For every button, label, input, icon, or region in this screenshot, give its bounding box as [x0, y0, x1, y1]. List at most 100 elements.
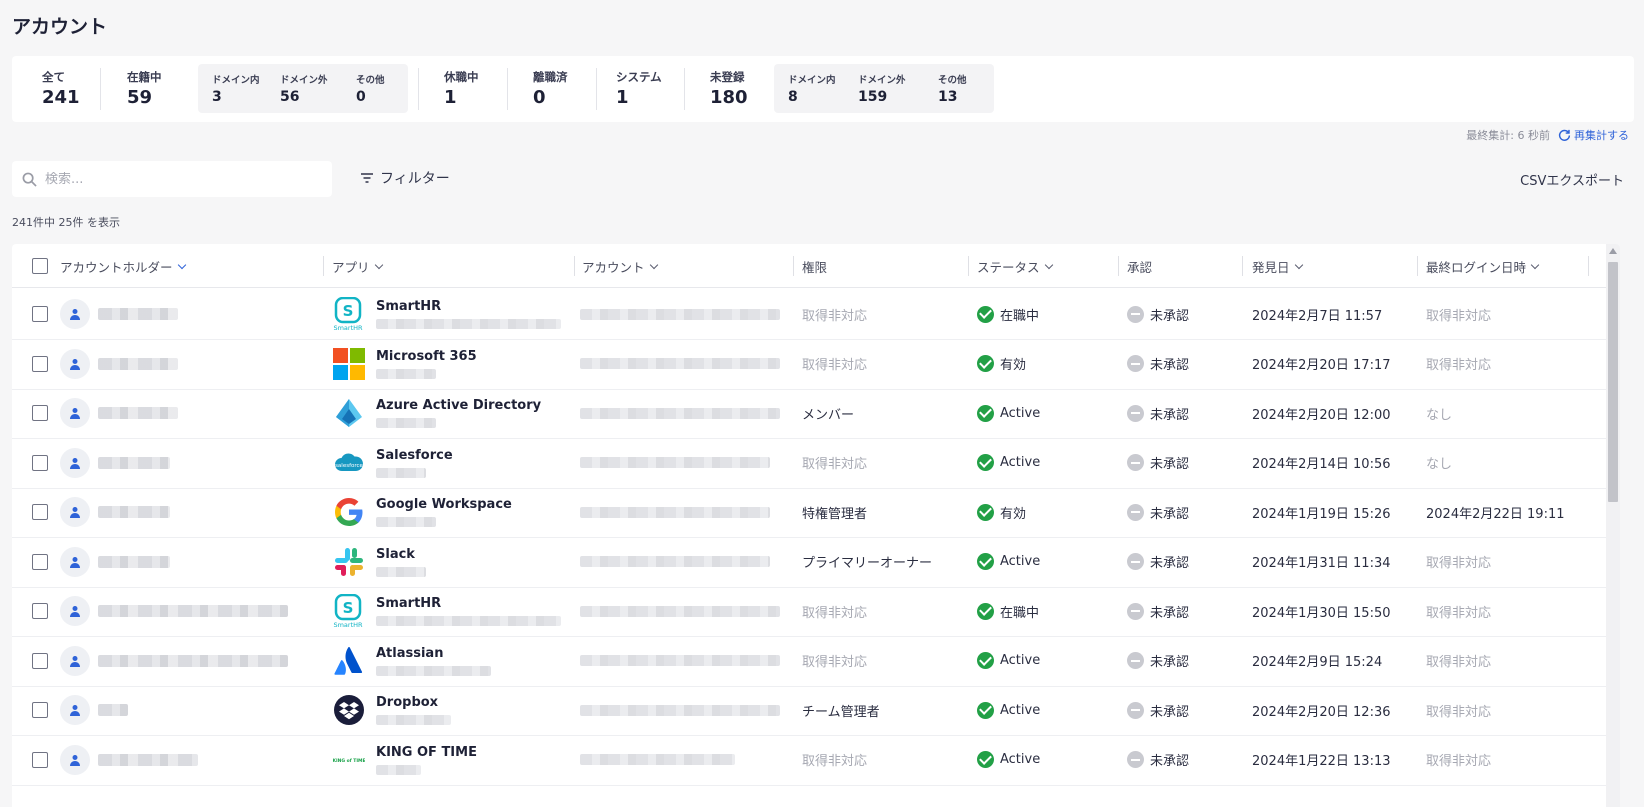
app-cell[interactable]: Microsoft 365: [332, 338, 477, 390]
account-cell[interactable]: [580, 387, 780, 439]
app-cell[interactable]: Azure Active Directory: [332, 387, 541, 439]
holder-cell[interactable]: [60, 734, 198, 786]
approval-cell[interactable]: 未承認: [1127, 635, 1189, 687]
approval-cell[interactable]: 未承認: [1127, 486, 1189, 538]
csv-export-button[interactable]: CSVエクスポート: [1520, 170, 1624, 189]
table-row[interactable]: Atlassian 取得非対応 Active 未承認 2024年2月9日 15:…: [12, 635, 1620, 687]
account-cell[interactable]: [580, 684, 780, 736]
stat-system[interactable]: システム 1: [616, 69, 662, 108]
row-checkbox[interactable]: [32, 652, 48, 669]
holder-cell[interactable]: [60, 536, 170, 588]
select-all-checkbox[interactable]: [32, 258, 48, 274]
table-row[interactable]: Azure Active Directory メンバー Active 未承認 2…: [12, 387, 1620, 439]
column-status[interactable]: ステータス: [977, 244, 1053, 288]
approval-cell[interactable]: 未承認: [1127, 734, 1189, 786]
approval-cell[interactable]: 未承認: [1127, 684, 1189, 736]
stat-enrolled-other[interactable]: その他 0: [356, 72, 385, 105]
stat-unregistered-other[interactable]: その他 13: [938, 72, 967, 105]
row-checkbox[interactable]: [32, 553, 48, 570]
stat-enrolled[interactable]: 在籍中 59: [127, 69, 162, 108]
stat-unregistered-domain-out[interactable]: ドメイン外 159: [858, 72, 906, 105]
stat-enrolled-domain-in[interactable]: ドメイン内 3: [212, 72, 260, 105]
account-cell[interactable]: [580, 536, 770, 588]
holder-cell[interactable]: [60, 288, 178, 340]
app-cell[interactable]: Slack: [332, 536, 426, 588]
account-cell[interactable]: [580, 338, 780, 390]
check-circle-icon: [977, 701, 994, 719]
column-holder[interactable]: アカウントホルダー: [60, 244, 186, 288]
scroll-up-icon[interactable]: [1609, 248, 1617, 254]
row-checkbox[interactable]: [32, 603, 48, 619]
redacted-app-detail: [376, 418, 436, 428]
holder-cell[interactable]: [60, 437, 170, 489]
table-row[interactable]: Google Workspace 特権管理者 有効 未承認 2024年1月19日…: [12, 486, 1620, 538]
row-checkbox[interactable]: [32, 454, 48, 471]
redacted-account: [580, 754, 735, 765]
table-row[interactable]: KING of TIME KING OF TIME 取得非対応 Active 未…: [12, 734, 1620, 786]
account-cell[interactable]: [580, 635, 780, 687]
accounts-page: アカウント 全て 241 在籍中 59 ドメイン内 3 ドメイン外 56 その他…: [0, 0, 1644, 807]
row-checkbox-cell: [32, 288, 48, 340]
holder-cell[interactable]: [60, 486, 170, 538]
table-row[interactable]: S SmartHR SmartHR 取得非対応 在職中 未承認 2024年2月7日…: [12, 288, 1620, 340]
account-cell[interactable]: [580, 288, 780, 340]
app-cell[interactable]: S SmartHR SmartHR: [332, 288, 561, 340]
scrollbar-thumb[interactable]: [1608, 262, 1618, 502]
app-cell[interactable]: salesforce Salesforce: [332, 437, 453, 489]
app-cell[interactable]: KING of TIME KING OF TIME: [332, 734, 477, 786]
table-row[interactable]: salesforce Salesforce 取得非対応 Active 未承認 2…: [12, 437, 1620, 489]
status-cell: Active: [977, 734, 1040, 786]
app-cell[interactable]: S SmartHR SmartHR: [332, 585, 561, 637]
holder-cell[interactable]: [60, 585, 288, 637]
redacted-app-detail: [376, 715, 451, 725]
account-cell[interactable]: [580, 734, 735, 786]
account-cell[interactable]: [580, 585, 780, 637]
app-cell[interactable]: Google Workspace: [332, 486, 512, 538]
row-checkbox[interactable]: [32, 702, 48, 718]
account-cell[interactable]: [580, 437, 770, 489]
column-app[interactable]: アプリ: [332, 244, 383, 288]
row-checkbox[interactable]: [32, 306, 48, 322]
row-checkbox[interactable]: [32, 504, 48, 520]
column-last-login[interactable]: 最終ログイン日時: [1426, 244, 1540, 288]
approval-cell[interactable]: 未承認: [1127, 387, 1189, 439]
app-cell[interactable]: Dropbox: [332, 684, 451, 736]
approval-cell[interactable]: 未承認: [1127, 585, 1189, 637]
column-found[interactable]: 発見日: [1252, 244, 1303, 288]
holder-cell[interactable]: [60, 635, 288, 687]
stat-all[interactable]: 全て 241: [42, 69, 80, 108]
table-row[interactable]: S SmartHR SmartHR 取得非対応 在職中 未承認 2024年1月30…: [12, 585, 1620, 637]
redacted-holder-name: [98, 654, 288, 667]
holder-cell[interactable]: [60, 387, 178, 439]
app-cell[interactable]: Atlassian: [332, 635, 491, 687]
recount-button[interactable]: 再集計する: [1558, 127, 1629, 143]
column-account[interactable]: アカウント: [582, 244, 658, 288]
row-checkbox[interactable]: [32, 405, 48, 421]
column-role-label: 権限: [802, 259, 828, 275]
filter-button[interactable]: フィルター: [360, 168, 450, 188]
stat-sub-label: その他: [356, 75, 385, 86]
holder-cell[interactable]: [60, 338, 178, 390]
stat-unregistered-domain-in[interactable]: ドメイン内 8: [788, 72, 836, 105]
stat-enrolled-domain-out[interactable]: ドメイン外 56: [280, 72, 328, 105]
approval-cell[interactable]: 未承認: [1127, 536, 1189, 588]
table-row[interactable]: Dropbox チーム管理者 Active 未承認 2024年2月20日 12:…: [12, 684, 1620, 736]
search-input[interactable]: [45, 171, 305, 187]
stat-leave[interactable]: 休職中 1: [444, 69, 479, 108]
account-cell[interactable]: [580, 486, 770, 538]
table-row[interactable]: Microsoft 365 取得非対応 有効 未承認 2024年2月20日 17…: [12, 338, 1620, 390]
approval-cell[interactable]: 未承認: [1127, 437, 1189, 489]
row-checkbox[interactable]: [32, 751, 48, 768]
table-row[interactable]: Slack プライマリーオーナー Active 未承認 2024年1月31日 1…: [12, 536, 1620, 588]
stat-sub-label: その他: [938, 75, 967, 86]
stat-unregistered[interactable]: 未登録 180: [710, 69, 748, 108]
svg-text:S: S: [343, 599, 354, 617]
approval-cell[interactable]: 未承認: [1127, 288, 1189, 340]
approval-cell[interactable]: 未承認: [1127, 338, 1189, 390]
vertical-scrollbar[interactable]: [1606, 244, 1620, 807]
search-box[interactable]: [12, 161, 332, 197]
chevron-down-icon: [1294, 260, 1303, 269]
row-checkbox[interactable]: [32, 355, 48, 372]
holder-cell[interactable]: [60, 684, 128, 736]
stat-retired[interactable]: 離職済 0: [533, 69, 568, 108]
